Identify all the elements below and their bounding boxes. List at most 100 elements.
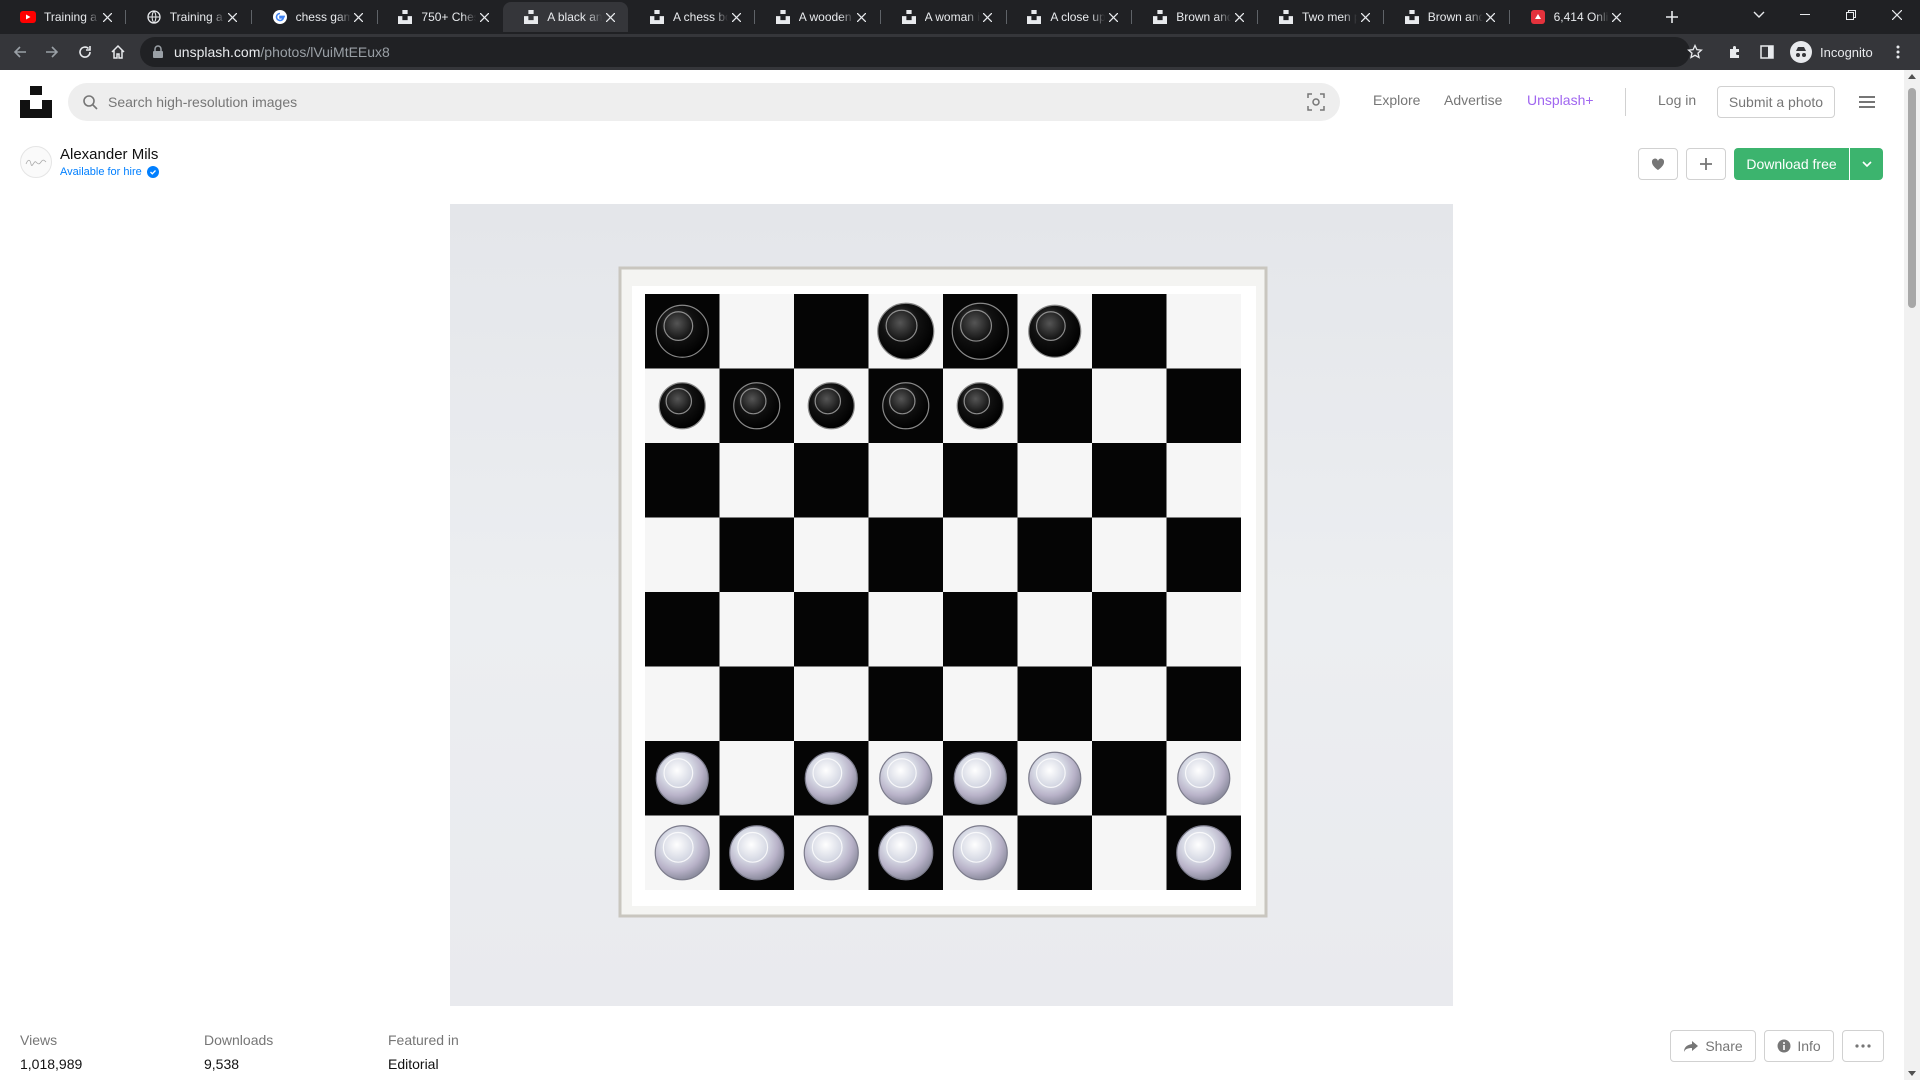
nav-explore[interactable]: Explore: [1373, 92, 1420, 108]
featured-label: Featured in: [388, 1032, 459, 1048]
browser-tab[interactable]: Training a Chess AI: [0, 2, 125, 32]
minimize-icon: [1800, 14, 1810, 15]
info-button[interactable]: Info: [1764, 1030, 1834, 1062]
search-icon[interactable]: [82, 94, 98, 110]
plus-icon: [1666, 11, 1678, 23]
search-bar: [68, 83, 1340, 121]
browser-tab[interactable]: 750+ Chess: [377, 2, 502, 32]
minimize-button[interactable]: [1782, 0, 1828, 30]
download-button[interactable]: Download free: [1734, 148, 1849, 180]
light-square: [1166, 294, 1241, 369]
browser-tab[interactable]: A close up of: [1006, 2, 1131, 32]
side-panel-button[interactable]: [1755, 40, 1779, 64]
share-button[interactable]: Share: [1670, 1030, 1756, 1062]
browser-tab[interactable]: A woman is: [881, 2, 1006, 32]
profile-incognito[interactable]: Incognito: [1790, 38, 1873, 66]
browser-tab[interactable]: Brown and: [1384, 2, 1509, 32]
avatar[interactable]: [20, 146, 52, 178]
page-scrollbar[interactable]: [1904, 70, 1920, 1080]
tab-title: Brown and: [1176, 10, 1232, 24]
white-piece: [655, 751, 709, 805]
submit-photo-button[interactable]: Submit a photo: [1717, 86, 1835, 118]
featured-value[interactable]: Editorial: [388, 1056, 459, 1072]
downloads-stat: Downloads 9,538: [204, 1032, 273, 1072]
browser-tab[interactable]: A black and: [503, 2, 629, 32]
like-button[interactable]: [1638, 148, 1678, 180]
close-tab-icon[interactable]: [1609, 9, 1625, 25]
home-button[interactable]: [106, 40, 130, 64]
close-tab-icon[interactable]: [1483, 9, 1499, 25]
browser-tab[interactable]: A chess board: [629, 2, 754, 32]
light-square: [1092, 517, 1167, 592]
browser-menu-button[interactable]: [1886, 40, 1910, 64]
light-square: [1092, 368, 1167, 443]
close-tab-icon[interactable]: [476, 9, 492, 25]
close-tab-icon[interactable]: [1357, 9, 1373, 25]
back-button[interactable]: [8, 40, 32, 64]
globe-icon: [146, 9, 162, 25]
new-tab-button[interactable]: [1660, 6, 1684, 28]
close-tab-icon[interactable]: [854, 9, 870, 25]
side-panel-icon: [1760, 45, 1774, 59]
search-input[interactable]: [108, 94, 1258, 110]
close-window-button[interactable]: [1874, 0, 1920, 30]
tab-title: A black and: [547, 10, 603, 24]
tab-title: A chess board: [673, 10, 728, 24]
forward-button[interactable]: [40, 40, 64, 64]
close-tab-icon[interactable]: [980, 9, 996, 25]
close-tab-icon[interactable]: [1231, 9, 1247, 25]
dark-square: [943, 592, 1018, 667]
address-bar[interactable]: unsplash.com/photos/lVuiMtEEux8: [140, 37, 1690, 67]
browser-tab[interactable]: chess game: [252, 2, 377, 32]
dark-square: [645, 592, 720, 667]
close-tab-icon[interactable]: [225, 9, 241, 25]
close-tab-icon[interactable]: [351, 9, 367, 25]
bookmark-star-button[interactable]: [1683, 40, 1707, 64]
login-link[interactable]: Log in: [1658, 92, 1696, 108]
light-square: [1017, 592, 1092, 667]
black-piece: [882, 382, 930, 430]
scroll-up-arrow-icon[interactable]: [1908, 74, 1916, 79]
browser-tab[interactable]: A wooden chess: [755, 2, 880, 32]
scrollbar-thumb[interactable]: [1908, 88, 1916, 308]
browser-tab[interactable]: 6,414 Online: [1510, 2, 1635, 32]
browser-tab[interactable]: Training a Chess AI: [126, 2, 251, 32]
light-square: [1017, 443, 1092, 518]
nav-unsplash-plus[interactable]: Unsplash+: [1527, 92, 1594, 108]
browser-tab[interactable]: Two men pl: [1258, 2, 1383, 32]
nav-advertise[interactable]: Advertise: [1444, 92, 1502, 108]
dark-square: [719, 666, 794, 741]
visual-search-icon[interactable]: [1306, 92, 1326, 112]
black-piece: [956, 382, 1004, 430]
add-to-collection-button[interactable]: [1686, 148, 1726, 180]
tab-title: Brown and: [1427, 10, 1483, 24]
share-icon: [1684, 1040, 1699, 1052]
more-actions-button[interactable]: [1842, 1030, 1884, 1062]
light-square: [719, 294, 794, 369]
browser-tab[interactable]: Brown and: [1132, 2, 1257, 32]
main-photo[interactable]: [450, 204, 1453, 1006]
puzzle-icon: [1730, 46, 1739, 58]
photo-author[interactable]: Alexander Mils Available for hire: [20, 146, 159, 178]
download-options-button[interactable]: [1850, 148, 1883, 180]
tab-search-button[interactable]: [1736, 0, 1782, 30]
info-label: Info: [1797, 1038, 1821, 1054]
close-tab-icon[interactable]: [1105, 9, 1121, 25]
hamburger-menu-icon[interactable]: [1855, 90, 1879, 114]
close-tab-icon[interactable]: [99, 9, 115, 25]
extensions-button[interactable]: [1723, 40, 1747, 64]
arrow-right-icon: [46, 46, 59, 58]
close-tab-icon[interactable]: [728, 9, 744, 25]
youtube-icon: [20, 9, 36, 25]
close-tab-icon[interactable]: [602, 9, 618, 25]
restore-button[interactable]: [1828, 0, 1874, 30]
light-square: [943, 517, 1018, 592]
author-name[interactable]: Alexander Mils: [60, 146, 159, 164]
hire-status[interactable]: Available for hire: [60, 166, 159, 178]
light-square: [719, 741, 794, 816]
reload-button[interactable]: [73, 40, 97, 64]
tab-title: A close up of: [1050, 10, 1106, 24]
unsplash-logo-icon[interactable]: [20, 86, 52, 118]
scroll-down-arrow-icon[interactable]: [1908, 1071, 1916, 1076]
featured-stat: Featured in Editorial: [388, 1032, 459, 1072]
